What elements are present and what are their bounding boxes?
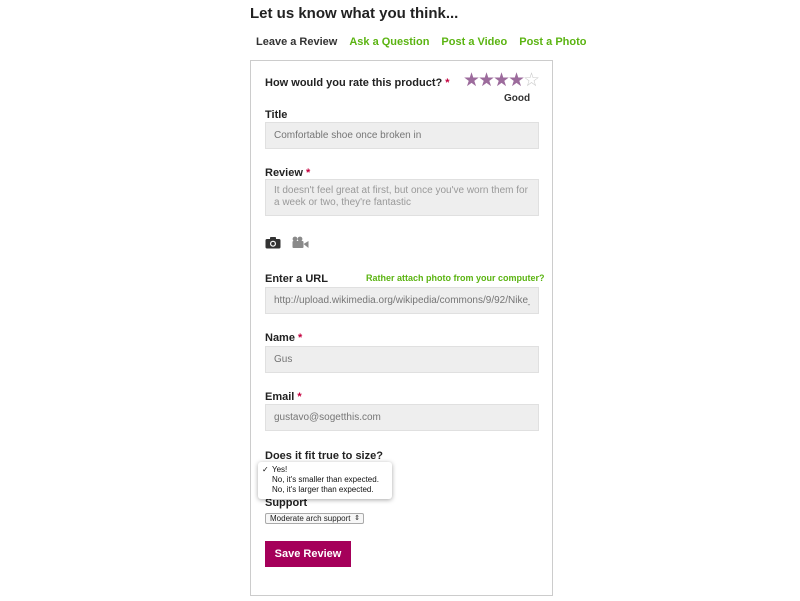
review-tabs: Leave a Review Ask a Question Post a Vid… [256, 35, 598, 53]
fit-option-label: No, it's larger than expected. [272, 485, 374, 494]
title-input[interactable] [265, 122, 539, 149]
url-label: Enter a URL [265, 273, 328, 285]
page-heading: Let us know what you think... [250, 5, 459, 22]
title-label: Title [265, 109, 288, 121]
star-icon[interactable]: ★ [478, 71, 495, 91]
tab-post-video[interactable]: Post a Video [441, 35, 507, 53]
star-empty-icon[interactable]: ☆ [523, 71, 540, 91]
attach-from-computer-link[interactable]: Rather attach photo from your computer? [366, 273, 545, 283]
rating-question-label: How would you rate this product? * [265, 77, 450, 89]
support-select-value: Moderate arch support [270, 514, 351, 523]
name-label: Name * [265, 332, 302, 344]
email-label-text: Email [265, 391, 295, 403]
star-icon[interactable]: ★ [508, 71, 525, 91]
fit-dropdown-menu[interactable]: ✓ Yes! No, it's smaller than expected. N… [258, 462, 392, 499]
fit-option[interactable]: ✓ Yes! [258, 465, 392, 475]
select-arrows-icon: ⇕ [354, 515, 360, 522]
tab-leave-review[interactable]: Leave a Review [256, 35, 337, 53]
star-rating[interactable]: ★ ★ ★ ★ ☆ [463, 71, 540, 91]
fit-option-label: No, it's smaller than expected. [272, 475, 379, 484]
email-label: Email * [265, 391, 302, 403]
star-icon[interactable]: ★ [463, 71, 480, 91]
checkmark-icon: ✓ [262, 465, 269, 474]
review-label: Review * [265, 167, 310, 179]
video-camera-icon[interactable] [292, 236, 309, 254]
fit-option[interactable]: No, it's smaller than expected. [258, 475, 392, 485]
name-label-text: Name [265, 332, 295, 344]
tab-post-photo[interactable]: Post a Photo [519, 35, 586, 53]
star-icon[interactable]: ★ [493, 71, 510, 91]
review-form: How would you rate this product? * ★ ★ ★… [250, 60, 553, 596]
url-input[interactable] [265, 287, 539, 314]
tab-ask-question[interactable]: Ask a Question [349, 35, 429, 53]
review-label-text: Review [265, 167, 303, 179]
email-input[interactable] [265, 404, 539, 431]
review-textarea[interactable]: It doesn't feel great at first, but once… [265, 179, 539, 216]
required-marker: * [298, 332, 303, 344]
name-input[interactable] [265, 346, 539, 373]
rating-question-text: How would you rate this product? [265, 77, 443, 89]
required-marker: * [445, 77, 450, 89]
fit-option[interactable]: No, it's larger than expected. [258, 485, 392, 495]
save-review-button[interactable]: Save Review [265, 541, 351, 567]
camera-icon[interactable] [265, 236, 281, 254]
rating-text: Good [504, 93, 531, 104]
required-marker: * [297, 391, 302, 403]
fit-label: Does it fit true to size? [265, 450, 383, 462]
support-select[interactable]: Moderate arch support ⇕ [265, 513, 364, 524]
fit-option-label: Yes! [272, 465, 288, 474]
required-marker: * [305, 167, 311, 179]
